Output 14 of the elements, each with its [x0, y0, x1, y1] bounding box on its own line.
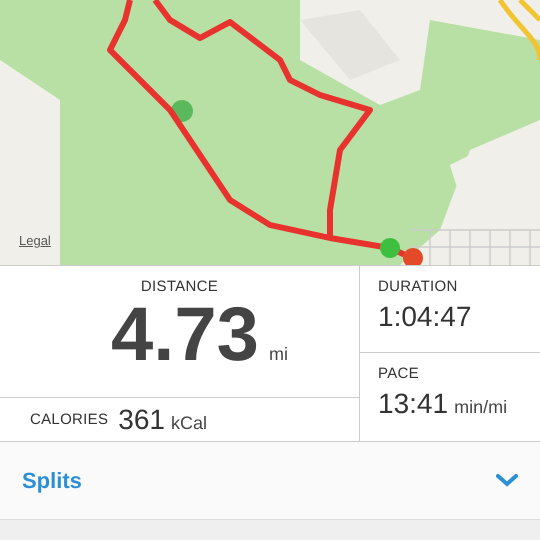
duration-label: DURATION: [378, 278, 459, 295]
distance-label: DISTANCE: [140, 278, 218, 295]
pace-value: 13:41: [378, 388, 448, 420]
calories-value: 361: [118, 404, 165, 436]
duration-value: 1:04:47: [378, 301, 472, 333]
distance-unit: mi: [268, 344, 288, 365]
pace-unit: min/mi: [454, 397, 508, 418]
calories-unit: kCal: [170, 412, 207, 434]
distance-value: 4.73: [111, 295, 259, 375]
pace-label: PACE: [378, 365, 420, 382]
legal-link[interactable]: Legal: [19, 233, 51, 248]
splits-row[interactable]: Splits: [0, 442, 540, 520]
calories-label: CALORIES: [30, 411, 108, 428]
chevron-icon: [496, 474, 518, 488]
